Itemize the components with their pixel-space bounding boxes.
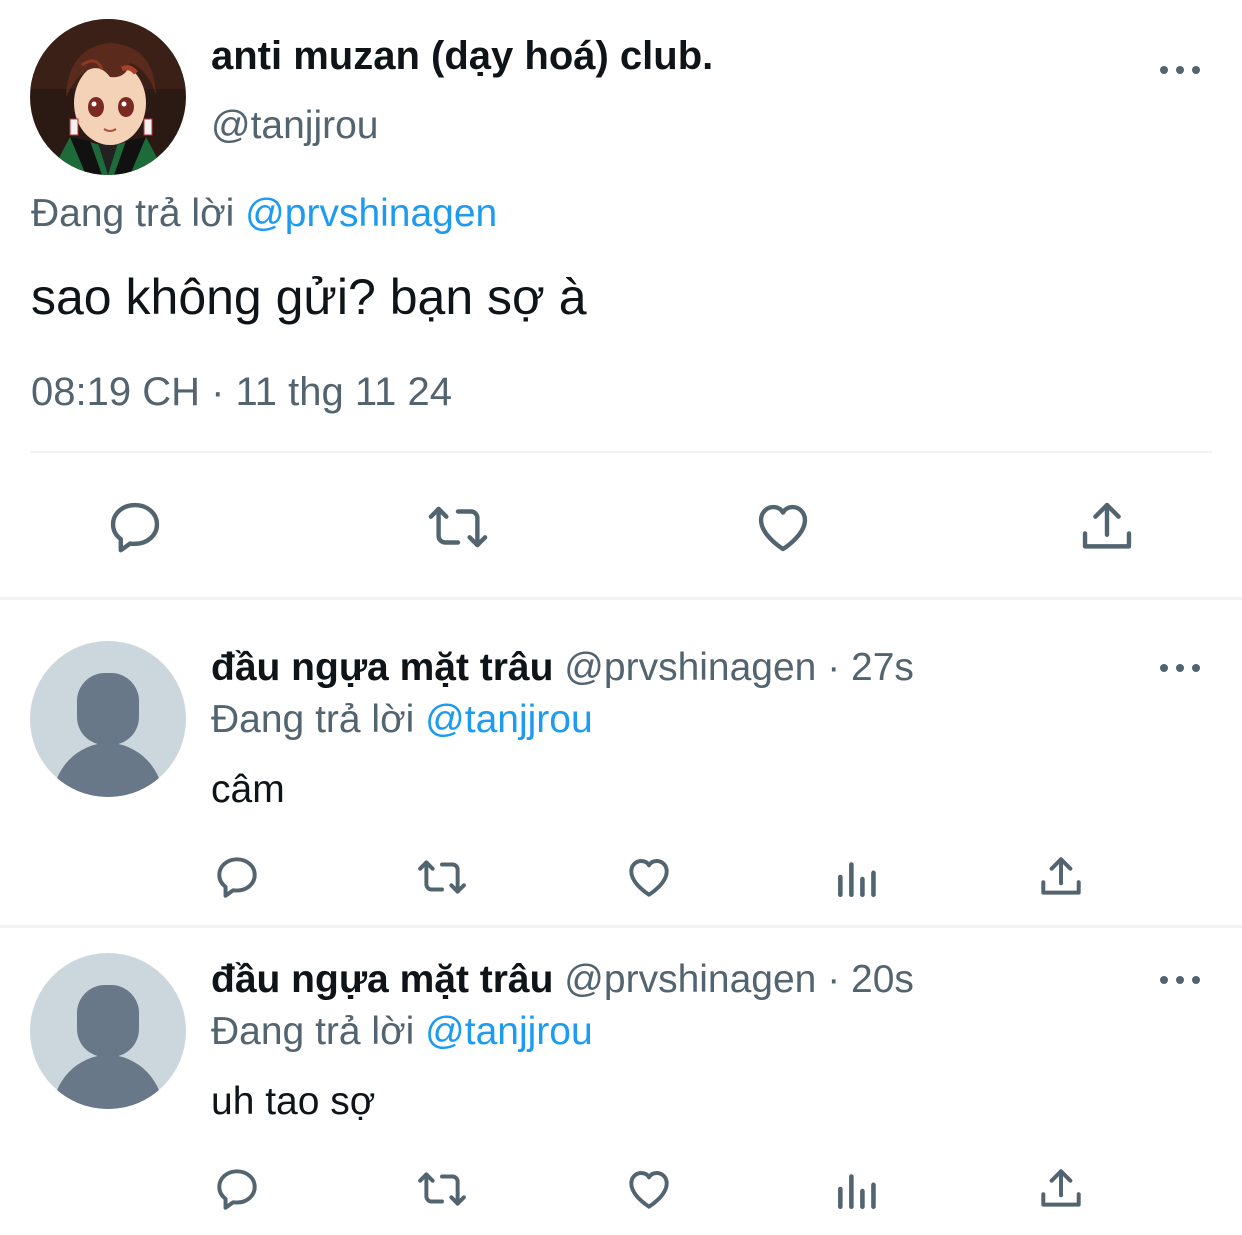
replying-to-link[interactable]: @tanjjrou (425, 698, 593, 741)
divider (30, 451, 1212, 453)
reply-icon[interactable] (212, 852, 262, 902)
avatar[interactable] (30, 641, 186, 797)
reply-header: đầu ngựa mặt trâu @prvshinagen · 20s (211, 958, 914, 1002)
replying-label: Đang trả lời (211, 1010, 415, 1053)
retweet-icon[interactable] (414, 1164, 470, 1214)
replying-to-link[interactable]: @prvshinagen (245, 192, 497, 235)
reply-icon[interactable] (212, 1164, 262, 1214)
views-icon[interactable] (832, 852, 882, 902)
reply-time[interactable]: · 20s (827, 958, 914, 1001)
like-icon[interactable] (624, 852, 674, 902)
like-icon[interactable] (752, 496, 814, 558)
reply-time[interactable]: · 27s (827, 646, 914, 689)
more-options-icon[interactable] (1158, 972, 1202, 988)
reply-text: câm (211, 768, 285, 811)
reply-text: uh tao sợ (211, 1080, 376, 1123)
divider (0, 597, 1242, 600)
retweet-icon[interactable] (424, 496, 492, 558)
tweet-text: sao không gửi? bạn sợ à (31, 269, 587, 325)
more-options-icon[interactable] (1158, 660, 1202, 676)
avatar[interactable] (30, 953, 186, 1109)
share-icon[interactable] (1076, 496, 1138, 558)
display-name[interactable]: đầu ngựa mặt trâu (211, 646, 553, 689)
replying-to: Đang trả lời @tanjjrou (211, 698, 593, 742)
display-name[interactable]: anti muzan (dạy hoá) club. (211, 34, 713, 79)
like-icon[interactable] (624, 1164, 674, 1214)
handle[interactable]: @tanjjrou (211, 104, 379, 148)
replying-to: Đang trả lời @prvshinagen (31, 192, 497, 236)
handle[interactable]: @prvshinagen (564, 958, 816, 1001)
handle[interactable]: @prvshinagen (564, 646, 816, 689)
views-icon[interactable] (832, 1164, 882, 1214)
replying-label: Đang trả lời (31, 192, 235, 235)
tweet-timestamp[interactable]: 08:19 CH · 11 thg 11 24 (31, 370, 452, 415)
avatar[interactable] (30, 19, 186, 175)
retweet-icon[interactable] (414, 852, 470, 902)
more-options-icon[interactable] (1158, 62, 1202, 78)
display-name[interactable]: đầu ngựa mặt trâu (211, 958, 553, 1001)
replying-label: Đang trả lời (211, 698, 415, 741)
divider (0, 925, 1242, 928)
share-icon[interactable] (1036, 852, 1086, 902)
reply-header: đầu ngựa mặt trâu @prvshinagen · 27s (211, 646, 914, 690)
replying-to: Đang trả lời @tanjjrou (211, 1010, 593, 1054)
reply-icon[interactable] (104, 496, 166, 558)
replying-to-link[interactable]: @tanjjrou (425, 1010, 593, 1053)
share-icon[interactable] (1036, 1164, 1086, 1214)
